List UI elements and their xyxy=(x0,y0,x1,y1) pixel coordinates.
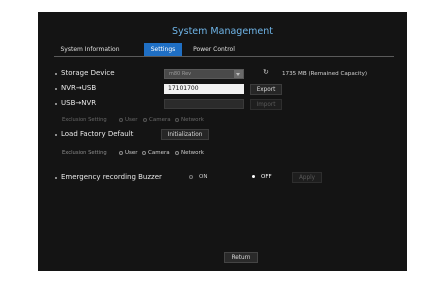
return-button[interactable]: Return xyxy=(224,252,258,263)
import-file-select xyxy=(164,99,244,109)
radio-off-label: OFF xyxy=(261,174,272,180)
checkbox-camera[interactable] xyxy=(143,118,147,122)
import-button[interactable]: Import xyxy=(250,99,282,110)
radio-off[interactable] xyxy=(252,175,255,178)
bullet-icon xyxy=(55,103,57,105)
tab-settings[interactable]: Settings xyxy=(144,43,182,56)
option-camera-label: Camera xyxy=(148,150,170,156)
bullet-icon xyxy=(55,73,57,75)
radio-on-label: ON xyxy=(199,174,208,180)
option-network-label: Network xyxy=(181,117,204,123)
exclusion-setting-label: Exclusion Setting xyxy=(62,117,107,123)
nvr-usb-label: NVR→USB xyxy=(61,84,97,92)
storage-device-label: Storage Device xyxy=(61,69,115,77)
refresh-icon[interactable]: ↻ xyxy=(263,68,269,76)
initialization-button[interactable]: Initialization xyxy=(161,129,209,140)
tab-bar: System Information Settings Power Contro… xyxy=(54,43,394,57)
checkbox-user[interactable] xyxy=(119,118,123,122)
export-filename-input[interactable]: 17101700 xyxy=(164,84,244,94)
exclusion-setting-label: Exclusion Setting xyxy=(62,150,107,156)
option-camera-label: Camera xyxy=(149,117,171,123)
bullet-icon xyxy=(55,88,57,90)
storage-device-value: m80 Rev xyxy=(169,71,192,77)
radio-on[interactable] xyxy=(189,175,193,179)
remaining-capacity: 1735 MB (Remained Capacity) xyxy=(282,71,368,77)
chevron-down-icon xyxy=(234,70,243,78)
system-management-panel: System Management System Information Set… xyxy=(38,12,407,271)
tab-power-control[interactable]: Power Control xyxy=(184,43,244,56)
apply-button[interactable]: Apply xyxy=(292,172,322,183)
checkbox-camera[interactable] xyxy=(142,151,146,155)
tab-system-information[interactable]: System Information xyxy=(54,43,126,56)
option-network-label: Network xyxy=(181,150,204,156)
option-user-label: User xyxy=(125,150,138,156)
checkbox-network[interactable] xyxy=(175,151,179,155)
usb-nvr-label: USB→NVR xyxy=(61,99,97,107)
checkbox-user[interactable] xyxy=(119,151,123,155)
load-factory-default-label: Load Factory Default xyxy=(61,130,134,138)
checkbox-network[interactable] xyxy=(175,118,179,122)
storage-device-select[interactable]: m80 Rev xyxy=(164,69,244,79)
export-button[interactable]: Export xyxy=(250,84,282,95)
bullet-icon xyxy=(55,134,57,136)
page-title: System Management xyxy=(171,26,274,37)
emergency-buzzer-label: Emergency recording Buzzer xyxy=(61,173,162,181)
bullet-icon xyxy=(55,177,57,179)
option-user-label: User xyxy=(125,117,138,123)
